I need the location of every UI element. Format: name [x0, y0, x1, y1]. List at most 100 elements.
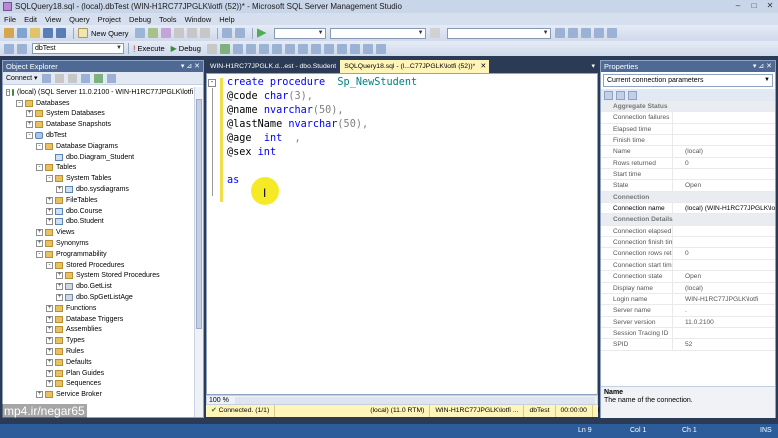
collapse-node-icon[interactable]: -: [36, 250, 43, 258]
tree-node[interactable]: + Sequences: [3, 379, 193, 390]
tree-node[interactable]: + Plan Guides: [3, 368, 193, 379]
stop-icon[interactable]: [67, 73, 77, 83]
expand-node-icon[interactable]: +: [26, 121, 33, 129]
maximize-button[interactable]: □: [746, 0, 762, 12]
editor-horizontal-scrollbar[interactable]: [235, 396, 595, 404]
add-item-icon[interactable]: [17, 28, 27, 38]
tree-node[interactable]: + dbo.sysdiagrams: [3, 184, 193, 195]
save-icon[interactable]: [43, 28, 53, 38]
scrollbar-thumb[interactable]: [196, 99, 202, 329]
collapse-node-icon[interactable]: -: [46, 175, 53, 183]
object-explorer-scrollbar[interactable]: [194, 87, 203, 417]
collapse-region-icon[interactable]: -: [208, 79, 216, 87]
disconnect-icon[interactable]: [54, 73, 64, 83]
results-to-text-icon[interactable]: [297, 43, 308, 54]
minimize-button[interactable]: –: [730, 0, 746, 12]
save-all-icon[interactable]: [56, 28, 66, 38]
parse-icon[interactable]: [219, 43, 230, 54]
available-databases-combo[interactable]: dbTest ▼: [32, 43, 124, 54]
tree-node[interactable]: + Functions: [3, 303, 193, 314]
analysis-query-icon[interactable]: [147, 28, 158, 38]
property-category[interactable]: Aggregate Status: [601, 101, 775, 113]
close-tab-icon[interactable]: ✕: [480, 60, 486, 73]
properties-object-combo[interactable]: Current connection parameters ▼: [603, 74, 773, 87]
expand-node-icon[interactable]: +: [46, 369, 53, 377]
tree-node[interactable]: + Rules: [3, 346, 193, 357]
tree-node[interactable]: + dbo.SpGetListAge: [3, 292, 193, 303]
property-row[interactable]: Elapsed time: [601, 123, 775, 136]
property-row[interactable]: Server version 11.0.2100: [601, 316, 775, 328]
registered-servers-icon[interactable]: [567, 28, 578, 38]
start-debug-icon[interactable]: [256, 28, 267, 38]
connect-dropdown[interactable]: Connect ▾: [6, 74, 38, 82]
uncomment-icon[interactable]: [349, 43, 360, 54]
tree-node[interactable]: + Database Triggers: [3, 314, 193, 325]
expand-node-icon[interactable]: +: [46, 315, 53, 323]
solution-config-combo[interactable]: ▼: [273, 27, 326, 39]
property-row[interactable]: Connection start time: [601, 259, 775, 272]
summary-icon[interactable]: [106, 73, 116, 83]
menu-edit[interactable]: Edit: [24, 15, 37, 24]
redo-icon[interactable]: [234, 28, 245, 38]
close-button[interactable]: ✕: [762, 0, 778, 12]
menu-debug[interactable]: Debug: [129, 15, 151, 24]
platform-combo[interactable]: ▼: [329, 27, 426, 39]
tree-node[interactable]: + System Stored Procedures: [3, 271, 193, 282]
actual-plan-icon[interactable]: [271, 43, 282, 54]
tree-node[interactable]: + dbo.Course: [3, 206, 193, 217]
property-row[interactable]: Connection finish time: [601, 237, 775, 249]
property-row[interactable]: Connection elapsed tir: [601, 225, 775, 238]
tree-node[interactable]: + dbo.GetList: [3, 281, 193, 292]
tab-overflow-chevron-icon[interactable]: ▾: [591, 60, 595, 73]
expand-node-icon[interactable]: +: [46, 218, 53, 226]
tree-node[interactable]: + Database Snapshots: [3, 119, 193, 130]
collapse-node-icon[interactable]: -: [16, 99, 23, 107]
collapse-node-icon[interactable]: -: [6, 88, 10, 96]
connect-icon[interactable]: [4, 43, 14, 54]
collapse-node-icon[interactable]: -: [26, 132, 33, 140]
undo-icon[interactable]: [221, 28, 232, 38]
property-row[interactable]: Connection name (local) (WIN-H1RC77JPGLK\…: [601, 203, 775, 215]
property-row[interactable]: Session Tracing ID: [601, 327, 775, 340]
expand-node-icon[interactable]: +: [56, 283, 63, 291]
tree-node[interactable]: - Database Diagrams: [3, 141, 193, 152]
tree-node[interactable]: + Types: [3, 335, 193, 346]
comment-icon[interactable]: [336, 43, 347, 54]
tree-node[interactable]: + Service Broker: [3, 389, 193, 400]
cancel-query-icon[interactable]: [206, 43, 217, 54]
mdx-query-icon[interactable]: [160, 28, 171, 38]
tree-node[interactable]: - Databases: [3, 98, 193, 109]
categorized-icon[interactable]: [604, 90, 613, 100]
tab-table-design[interactable]: WIN-H1RC77JPGLK.d...est - dbo.Student: [206, 60, 340, 73]
query-designer-icon[interactable]: [245, 43, 256, 54]
property-row[interactable]: State Open: [601, 180, 775, 192]
property-category[interactable]: Connection: [601, 191, 775, 204]
client-statistics-icon[interactable]: [284, 43, 295, 54]
decrease-indent-icon[interactable]: [362, 43, 373, 54]
menu-tools[interactable]: Tools: [159, 15, 177, 24]
expand-node-icon[interactable]: +: [26, 110, 33, 118]
alphabetical-icon[interactable]: [616, 90, 625, 100]
panel-pin-close-icons[interactable]: ▾ ⊿ ✕: [753, 61, 772, 72]
refresh-icon[interactable]: [93, 73, 103, 83]
cut-icon[interactable]: [173, 28, 184, 38]
object-explorer-icon[interactable]: [554, 28, 565, 38]
execute-button[interactable]: ! Execute: [133, 44, 165, 54]
property-row[interactable]: Name (local): [601, 146, 775, 158]
menu-help[interactable]: Help: [219, 15, 234, 24]
properties-window-icon[interactable]: [593, 28, 604, 38]
tree-node[interactable]: - System Tables: [3, 173, 193, 184]
property-row[interactable]: SPID 52: [601, 339, 775, 351]
toolbox-icon[interactable]: [606, 28, 617, 38]
expand-node-icon[interactable]: +: [46, 348, 53, 356]
menu-file[interactable]: File: [4, 15, 16, 24]
filter-icon[interactable]: [80, 73, 90, 83]
sql-code[interactable]: create procedure Sp_NewStudent @code char…: [227, 76, 417, 188]
new-project-icon[interactable]: [4, 28, 14, 38]
menu-window[interactable]: Window: [185, 15, 212, 24]
property-row[interactable]: Connection rows returi 0: [601, 248, 775, 260]
expand-node-icon[interactable]: +: [46, 326, 53, 334]
expand-node-icon[interactable]: +: [46, 358, 53, 366]
database-engine-query-icon[interactable]: [134, 28, 145, 38]
estimated-plan-icon[interactable]: [232, 43, 243, 54]
